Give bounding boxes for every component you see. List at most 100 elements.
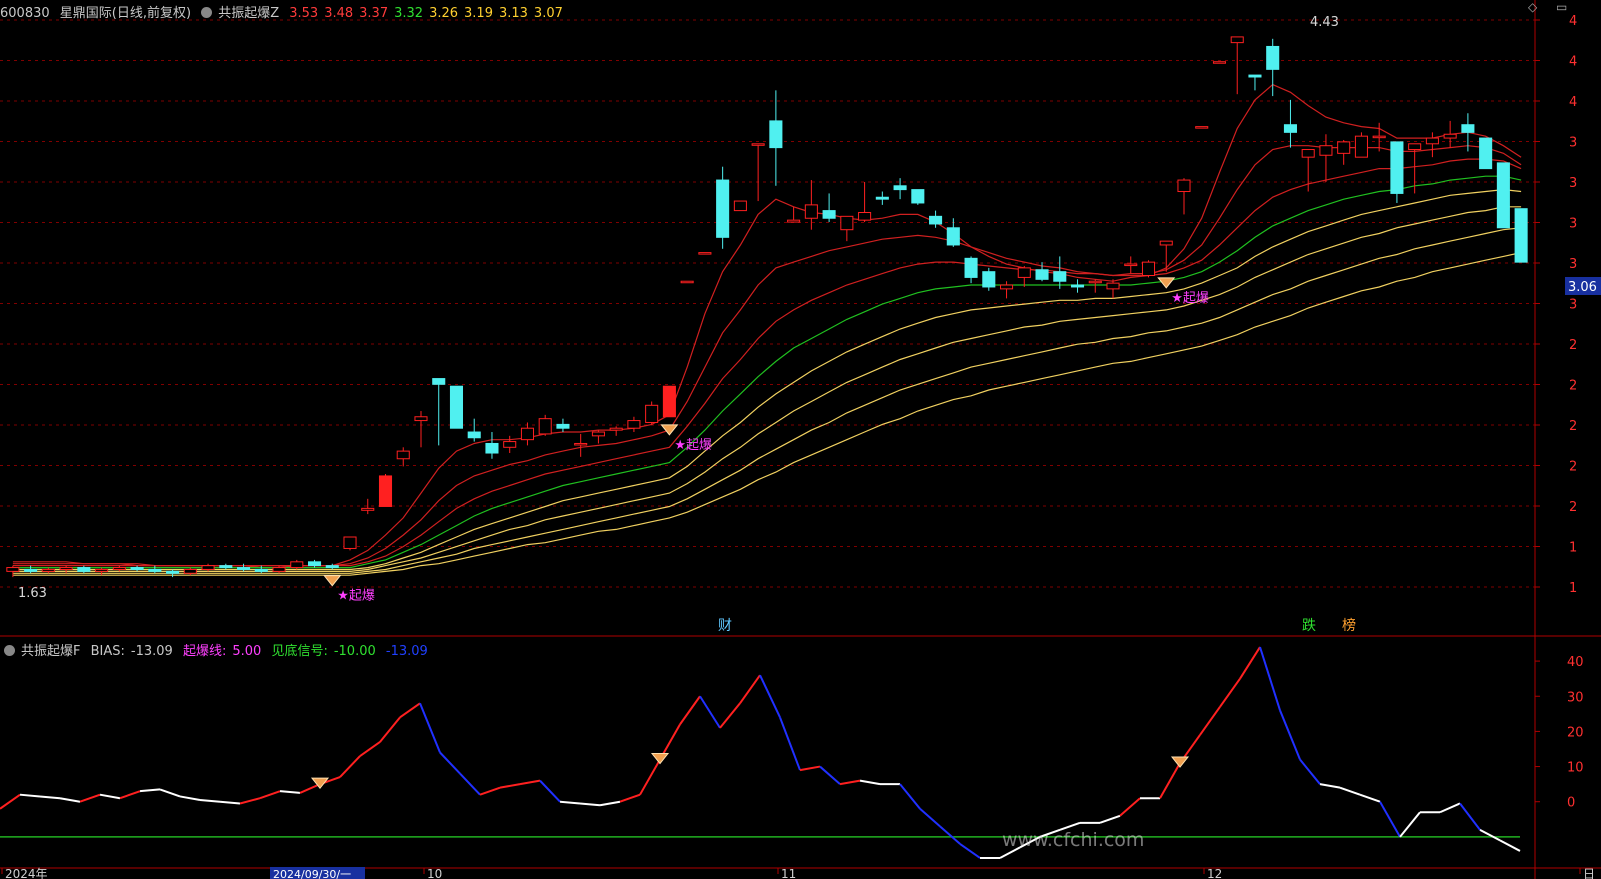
candle[interactable] bbox=[733, 200, 747, 212]
chart-header: 600830 星鼎国际(日线,前复权) 共振起爆Z 3.53 3.48 3.37 3.… bbox=[0, 2, 575, 21]
candle-body bbox=[1496, 162, 1510, 229]
candle[interactable] bbox=[1212, 61, 1227, 64]
candle[interactable] bbox=[645, 401, 659, 425]
candle-body bbox=[751, 143, 765, 146]
x-tick-label: 11 bbox=[781, 867, 796, 879]
candle[interactable] bbox=[290, 559, 304, 570]
candle-body bbox=[95, 568, 109, 572]
date-cursor-label: 2024/09/30/一 bbox=[273, 868, 351, 879]
chart-background bbox=[0, 0, 1601, 879]
watermark: www.cfchi.com bbox=[1002, 829, 1145, 851]
candle[interactable] bbox=[1514, 208, 1528, 263]
stock-name: 星鼎国际(日线,前复权) bbox=[59, 6, 192, 21]
indicator-value: 3.13 bbox=[498, 6, 528, 21]
candle-body bbox=[1479, 137, 1493, 170]
jiandi-value: -10.00 bbox=[333, 644, 376, 659]
candle-body bbox=[520, 427, 534, 441]
candle-body bbox=[237, 567, 251, 570]
sub-indicator-gear-icon[interactable] bbox=[4, 645, 15, 656]
indicator-values: 3.53 3.48 3.37 3.32 3.26 3.19 3.13 3.07 bbox=[289, 6, 569, 21]
low-price-label: 1.63 bbox=[18, 586, 47, 601]
y-tick-label: 4 bbox=[1569, 95, 1577, 110]
candle-body bbox=[307, 561, 322, 567]
candle-body bbox=[130, 567, 144, 570]
candle[interactable] bbox=[378, 474, 393, 507]
bang-label: 榜 bbox=[1342, 617, 1356, 634]
indicator-gear-icon[interactable] bbox=[201, 7, 213, 18]
candle-body bbox=[1301, 149, 1315, 158]
candle-body bbox=[272, 567, 286, 572]
candle-body bbox=[1425, 137, 1439, 145]
candle-body bbox=[1266, 45, 1280, 70]
candle[interactable] bbox=[1195, 126, 1209, 129]
candle[interactable] bbox=[449, 385, 464, 429]
candle-body bbox=[609, 427, 623, 431]
candle[interactable] bbox=[1390, 141, 1404, 203]
candle-body bbox=[1390, 141, 1404, 194]
candle-body bbox=[1088, 280, 1102, 284]
current-price-label: 3.06 bbox=[1568, 280, 1597, 295]
candle-body bbox=[325, 565, 339, 569]
jiandi-label: 见底信号: bbox=[271, 644, 328, 659]
candle-body bbox=[467, 431, 481, 439]
candle[interactable] bbox=[343, 536, 357, 551]
candle-body bbox=[574, 442, 588, 446]
candle[interactable] bbox=[1479, 137, 1493, 170]
candle-body bbox=[1283, 124, 1297, 133]
candle-body bbox=[946, 227, 960, 246]
candle[interactable] bbox=[1354, 132, 1368, 158]
candle[interactable] bbox=[911, 189, 925, 205]
candle[interactable] bbox=[680, 280, 694, 284]
bias-y-tick-label: 0 bbox=[1567, 796, 1575, 811]
candle-body bbox=[6, 567, 20, 572]
sub-indicator-name[interactable]: 共振起爆F bbox=[21, 644, 80, 659]
candle-body bbox=[840, 215, 854, 231]
x-tick-label: 2024年 bbox=[5, 867, 48, 879]
bias-y-tick-label: 10 bbox=[1567, 761, 1584, 776]
y-tick-label: 3 bbox=[1569, 176, 1577, 191]
candle-body bbox=[183, 568, 197, 574]
candle[interactable] bbox=[1141, 260, 1156, 278]
stock-chart: ★起爆★起爆★起爆 444333332222211 403020100 2024… bbox=[0, 0, 1601, 879]
candle-body bbox=[1017, 267, 1031, 278]
y-tick-label: 1 bbox=[1569, 581, 1577, 596]
candle[interactable] bbox=[698, 252, 712, 255]
candle[interactable] bbox=[1496, 162, 1510, 229]
candle[interactable] bbox=[662, 385, 676, 418]
candle-body bbox=[627, 420, 641, 429]
candle-body bbox=[1106, 282, 1120, 290]
indicator-value: 3.19 bbox=[464, 6, 493, 21]
x-tick-label: 10 bbox=[427, 867, 442, 879]
x-tick-label: 12 bbox=[1207, 867, 1222, 879]
high-price-label: 4.43 bbox=[1310, 15, 1339, 30]
candle-body bbox=[982, 271, 996, 288]
candle-body bbox=[219, 565, 233, 569]
y-tick-label: 1 bbox=[1569, 541, 1577, 556]
candle-body bbox=[1461, 124, 1475, 133]
candle-body bbox=[662, 385, 676, 418]
candle-body bbox=[716, 179, 730, 238]
last-bias-value: -13.09 bbox=[385, 644, 428, 659]
bias-y-tick-label: 40 bbox=[1567, 655, 1584, 670]
qibao-value: 5.00 bbox=[232, 644, 262, 659]
indicator-name[interactable]: 共振起爆Z bbox=[218, 6, 279, 21]
indicator-value: 3.26 bbox=[429, 6, 459, 21]
restore-icon[interactable]: ◇ bbox=[1528, 0, 1542, 14]
bias-y-tick-label: 20 bbox=[1567, 725, 1584, 740]
close-icon[interactable]: ▭ bbox=[1556, 0, 1570, 14]
y-tick-label: 3 bbox=[1569, 217, 1577, 232]
candle-body bbox=[1372, 135, 1386, 139]
candle-body bbox=[1000, 284, 1014, 290]
candle-body bbox=[1230, 36, 1244, 44]
stock-code: 600830 bbox=[0, 6, 50, 21]
y-tick-label: 4 bbox=[1569, 55, 1577, 70]
candle-body bbox=[1053, 271, 1067, 282]
candle[interactable] bbox=[982, 267, 996, 291]
candle-body bbox=[414, 416, 428, 422]
candle-body bbox=[24, 568, 38, 572]
bias-label: BIAS: bbox=[90, 644, 125, 659]
candle-body bbox=[1337, 141, 1351, 154]
candle-body bbox=[858, 212, 872, 221]
candle-body bbox=[1514, 208, 1528, 263]
indicator-value: 3.48 bbox=[324, 6, 354, 21]
